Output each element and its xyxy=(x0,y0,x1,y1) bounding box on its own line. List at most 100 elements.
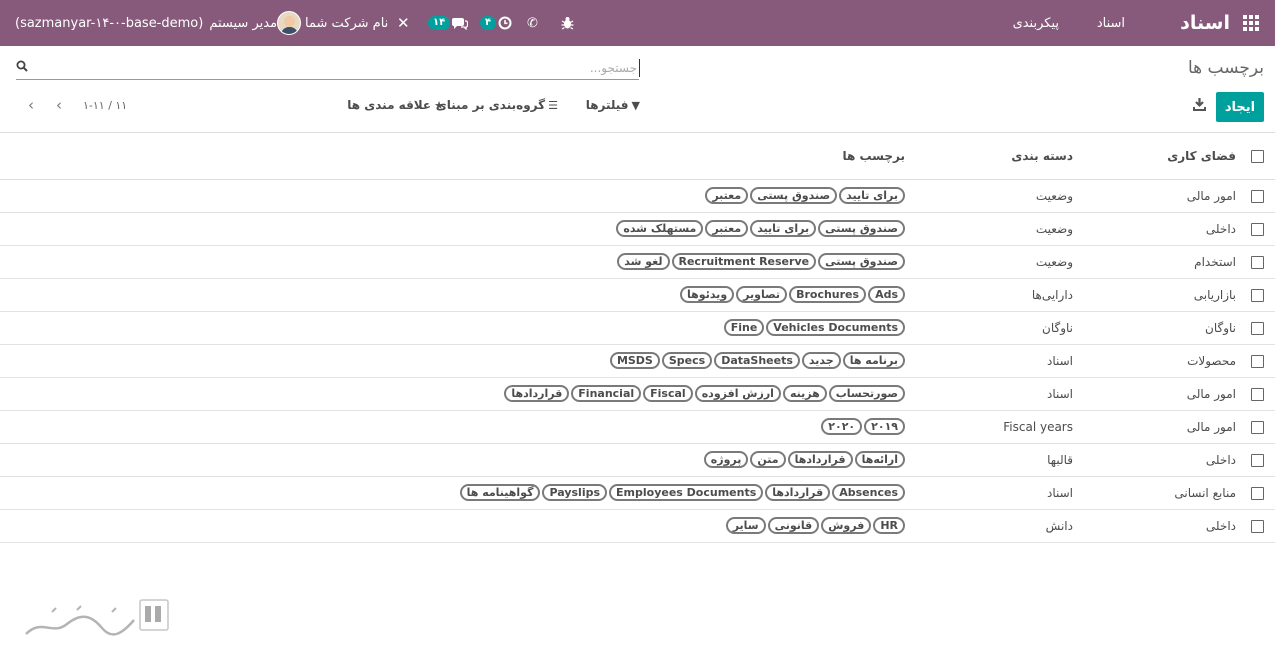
favorites-label: علاقه مندی ها xyxy=(347,98,432,112)
row-checkbox[interactable] xyxy=(1251,355,1264,368)
cell-category: Fiscal years xyxy=(1003,420,1073,434)
cell-workspace: منابع انسانی xyxy=(1174,486,1236,500)
row-checkbox[interactable] xyxy=(1251,388,1264,401)
tag-badge: متن xyxy=(750,451,786,468)
table-row[interactable]: داخلی دانش HR فروش قانونی سایر xyxy=(0,510,1275,543)
table-row[interactable]: استخدام وضعیت صندوق پستی Recruitment Reserv… xyxy=(0,246,1275,279)
row-checkbox[interactable] xyxy=(1251,190,1264,203)
table-body: امور مالی وضعیت برای تایید صندوق پستی معتبر د… xyxy=(0,180,1275,543)
user-menu[interactable]: (sazmanyar-۱۴-۰-base-demo) مدیر سیستم xyxy=(15,0,307,46)
company-switcher[interactable]: نام شرکت شما xyxy=(305,0,388,46)
download-icon[interactable] xyxy=(1191,97,1207,115)
cell-tags: Vehicles Documents Fine xyxy=(723,319,905,336)
table-row[interactable]: منابع انسانی اسناد Absences قراردادها Employ… xyxy=(0,477,1275,510)
breadcrumb: برچسب ها xyxy=(1187,58,1264,78)
tag-badge: تصاویر xyxy=(736,286,788,303)
cell-category: اسناد xyxy=(1046,354,1073,368)
user-name: مدیر سیستم xyxy=(209,15,278,31)
app-brand[interactable]: اسناد xyxy=(1180,0,1230,46)
column-header-workspace[interactable]: فضای کاری xyxy=(1167,149,1236,163)
tag-badge: ۲۰۲۰ xyxy=(821,418,863,435)
tag-badge: برای تایید xyxy=(839,187,905,204)
cell-tags: Ads Brochures تصاویر ویدئوها xyxy=(680,286,905,303)
tag-badge: گواهینامه ها xyxy=(459,484,541,501)
pager-previous-icon[interactable]: ‹ xyxy=(24,96,38,114)
debug-bug-icon[interactable] xyxy=(561,0,574,46)
search-input[interactable] xyxy=(57,59,637,77)
row-checkbox[interactable] xyxy=(1251,322,1264,335)
cell-category: وضعیت xyxy=(1035,222,1073,236)
tag-badge: Vehicles Documents xyxy=(766,319,905,336)
activities-menu[interactable]: ۴ xyxy=(480,0,512,46)
cell-category: ناوگان xyxy=(1042,321,1073,335)
group-by-label: گروه‌بندی بر مبنای xyxy=(435,98,546,112)
row-checkbox[interactable] xyxy=(1251,256,1264,269)
row-checkbox[interactable] xyxy=(1251,487,1264,500)
cell-tags: برای تایید صندوق پستی معتبر xyxy=(705,187,905,204)
create-button[interactable]: ایجاد xyxy=(1216,92,1264,122)
cell-tags: برنامه ها جدید DataSheets Specs MSDS xyxy=(609,352,905,369)
column-header-tags[interactable]: برچسب ها xyxy=(842,149,905,163)
row-checkbox[interactable] xyxy=(1251,421,1264,434)
cell-category: وضعیت xyxy=(1035,189,1073,203)
select-all-checkbox[interactable] xyxy=(1251,150,1264,163)
tag-badge: صندوق پستی xyxy=(818,253,905,270)
table-row[interactable]: امور مالی Fiscal years ۲۰۱۹ ۲۰۲۰ xyxy=(0,411,1275,444)
filters-button[interactable]: ▼ فیلترها xyxy=(586,98,640,112)
filters-label: فیلترها xyxy=(585,98,629,112)
top-navbar: اسناد اسناد پیکربندی (sazmanyar-۱۴-۰-bas… xyxy=(0,0,1275,46)
tag-badge: Recruitment Reserve xyxy=(671,253,817,270)
user-db-name: (sazmanyar-۱۴-۰-base-demo) xyxy=(15,15,204,31)
pager-value[interactable]: ۱-۱۱ / ۱۱ xyxy=(83,99,127,112)
tag-badge: Absences xyxy=(832,484,905,501)
activities-count-badge: ۴ xyxy=(480,16,497,30)
table-row[interactable]: امور مالی اسناد صورتحساب هزینه ارزش افزوده Fi… xyxy=(0,378,1275,411)
pager-next-icon[interactable]: ‹ xyxy=(52,96,66,114)
group-by-button[interactable]: ☰ گروه‌بندی بر مبنای xyxy=(436,98,558,112)
cell-category: دانش xyxy=(1045,519,1073,533)
star-icon: ★ xyxy=(434,98,444,112)
menu-item-documents[interactable]: اسناد xyxy=(1097,0,1125,46)
table-row[interactable]: داخلی وضعیت صندوق پستی برای تایید معتبر مستهل… xyxy=(0,213,1275,246)
row-checkbox[interactable] xyxy=(1251,520,1264,533)
tools-icon[interactable]: ✕ xyxy=(397,0,410,46)
cell-workspace: داخلی xyxy=(1205,519,1236,533)
avatar xyxy=(277,11,302,35)
menu-item-configuration[interactable]: پیکربندی xyxy=(1013,0,1059,46)
cell-tags: Absences قراردادها Employees Documents Pays… xyxy=(459,484,905,501)
table-row[interactable]: امور مالی وضعیت برای تایید صندوق پستی معتبر xyxy=(0,180,1275,213)
row-checkbox[interactable] xyxy=(1251,289,1264,302)
table-row[interactable]: داخلی قالبها ارائه‌ها قراردادها متن پروژه xyxy=(0,444,1275,477)
table-row[interactable]: ناوگان ناوگان Vehicles Documents Fine xyxy=(0,312,1275,345)
tag-badge: صورتحساب xyxy=(828,385,905,402)
tag-badge: ارزش افزوده xyxy=(694,385,781,402)
table-row[interactable]: بازاریابی دارایی‌ها Ads Brochures تصاویر ویدئ… xyxy=(0,279,1275,312)
search-bar[interactable] xyxy=(16,57,640,80)
tag-badge: معتبر xyxy=(705,220,749,237)
cell-tags: ارائه‌ها قراردادها متن پروژه xyxy=(703,451,905,468)
favorites-button[interactable]: ★ علاقه مندی ها xyxy=(347,98,444,112)
phone-icon[interactable]: ✆ xyxy=(527,0,538,46)
tag-badge: صندوق پستی xyxy=(750,187,838,204)
cell-tags: صورتحساب هزینه ارزش افزوده Fiscal Financial ق… xyxy=(504,385,905,402)
cell-workspace: بازاریابی xyxy=(1193,288,1236,302)
row-checkbox[interactable] xyxy=(1251,454,1264,467)
tag-badge: Payslips xyxy=(542,484,608,501)
tags-table: فضای کاری دسته بندی برچسب ها امور مالی وض… xyxy=(0,132,1275,543)
row-checkbox[interactable] xyxy=(1251,223,1264,236)
messages-menu[interactable]: ۱۴ xyxy=(428,0,469,46)
apps-menu-icon[interactable] xyxy=(1243,0,1263,46)
cell-tags: HR فروش قانونی سایر xyxy=(725,517,905,534)
tag-badge: هزینه xyxy=(782,385,827,402)
tag-badge: ویدئوها xyxy=(680,286,735,303)
cell-category: وضعیت xyxy=(1035,255,1073,269)
filter-icon: ▼ xyxy=(631,98,640,112)
cell-category: قالبها xyxy=(1047,453,1073,467)
cell-tags: صندوق پستی Recruitment Reserve لغو شد xyxy=(617,253,905,270)
table-row[interactable]: محصولات اسناد برنامه ها جدید DataSheets Specs… xyxy=(0,345,1275,378)
tag-badge: HR xyxy=(873,517,905,534)
cell-tags: صندوق پستی برای تایید معتبر مستهلک شده xyxy=(616,220,905,237)
cell-category: اسناد xyxy=(1046,387,1073,401)
cell-workspace: امور مالی xyxy=(1186,387,1236,401)
column-header-category[interactable]: دسته بندی xyxy=(1011,149,1073,163)
